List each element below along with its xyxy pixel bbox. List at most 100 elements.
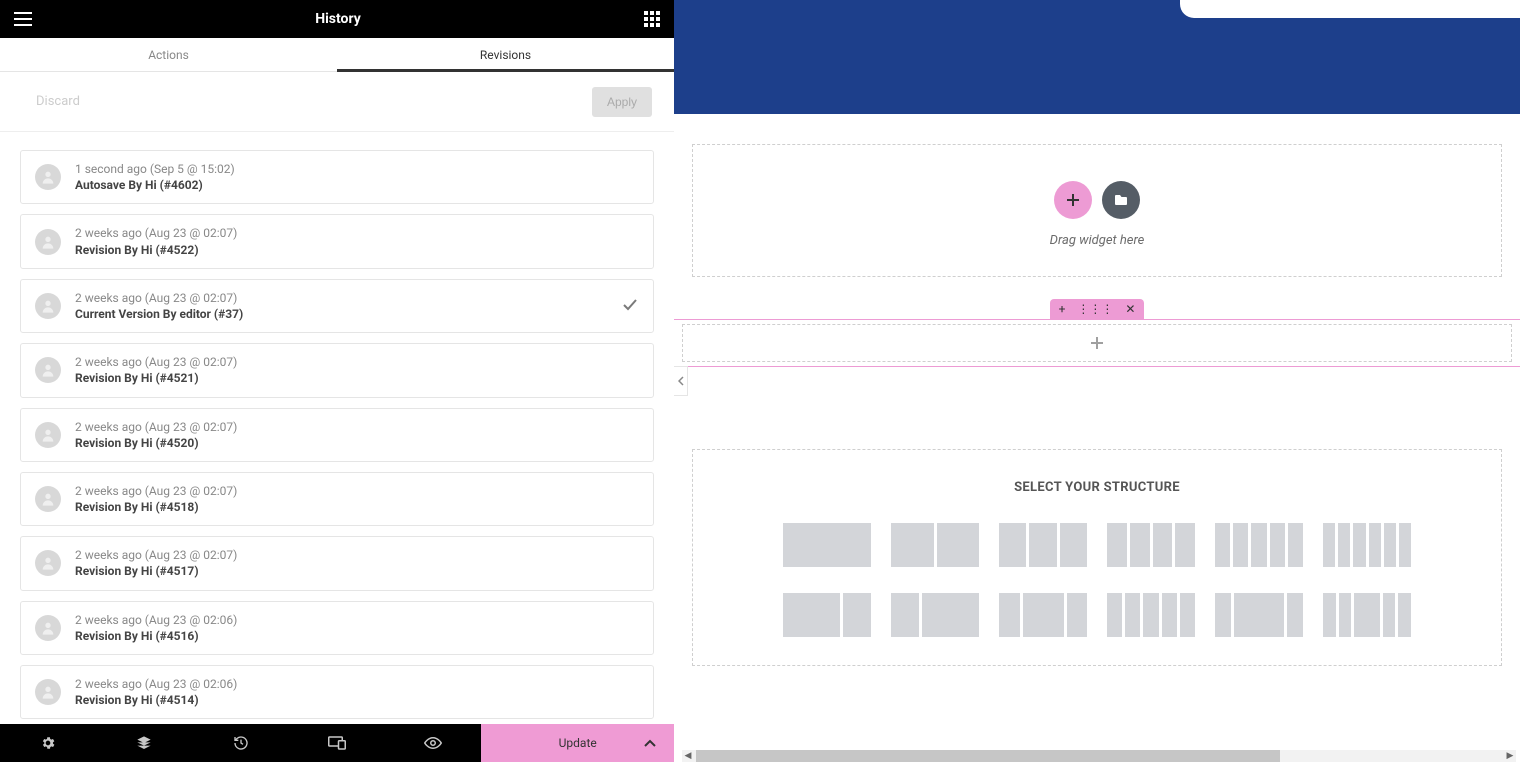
revision-desc: Revision By Hi (#4517) xyxy=(75,563,237,579)
structure-column xyxy=(843,593,871,637)
widgets-icon[interactable] xyxy=(644,11,660,27)
structure-column xyxy=(1251,523,1266,567)
add-section-button[interactable] xyxy=(1054,181,1092,219)
structure-option[interactable] xyxy=(999,523,1087,567)
avatar xyxy=(35,164,61,190)
revision-item[interactable]: 2 weeks ago (Aug 23 @ 02:07)Revision By … xyxy=(20,536,654,590)
tab-label: Actions xyxy=(148,48,189,62)
structure-option[interactable] xyxy=(1107,523,1195,567)
structure-column xyxy=(1354,593,1379,637)
revision-item[interactable]: 2 weeks ago (Aug 23 @ 02:07)Revision By … xyxy=(20,343,654,397)
structure-column xyxy=(1107,523,1127,567)
revision-desc: Revision By Hi (#4514) xyxy=(75,692,237,708)
tab-label: Revisions xyxy=(480,48,531,62)
structure-column xyxy=(1067,593,1088,637)
structure-column xyxy=(1215,523,1230,567)
structure-column xyxy=(1180,593,1195,637)
revision-desc: Revision By Hi (#4522) xyxy=(75,242,237,258)
responsive-icon[interactable] xyxy=(289,724,385,762)
revision-item[interactable]: 1 second ago (Sep 5 @ 15:02)Autosave By … xyxy=(20,150,654,204)
structure-column xyxy=(1153,523,1173,567)
section-handle[interactable]: + ⋮⋮⋮ ✕ xyxy=(1050,299,1144,319)
structure-option[interactable] xyxy=(891,593,979,637)
revision-time: 2 weeks ago (Aug 23 @ 02:07) xyxy=(75,225,237,241)
structure-option[interactable] xyxy=(783,593,871,637)
revision-item[interactable]: 2 weeks ago (Aug 23 @ 02:07)Revision By … xyxy=(20,214,654,268)
structure-column xyxy=(999,593,1020,637)
structure-option[interactable] xyxy=(891,523,979,567)
structure-option[interactable] xyxy=(783,523,871,567)
settings-icon[interactable] xyxy=(0,724,96,762)
revision-item[interactable]: 2 weeks ago (Aug 23 @ 02:06)Revision By … xyxy=(20,665,654,719)
navigator-icon[interactable] xyxy=(96,724,192,762)
apply-button[interactable]: Apply xyxy=(592,87,652,117)
scrollbar-thumb[interactable] xyxy=(696,750,1280,762)
discard-button[interactable]: Discard xyxy=(36,94,80,109)
structure-option[interactable] xyxy=(1107,593,1195,637)
section-handle-bar: + ⋮⋮⋮ ✕ xyxy=(674,299,1520,319)
avatar xyxy=(35,293,61,319)
structure-column xyxy=(1060,523,1087,567)
structure-column xyxy=(1215,593,1231,637)
revision-time: 2 weeks ago (Aug 23 @ 02:07) xyxy=(75,354,237,370)
structure-column xyxy=(1287,593,1303,637)
avatar xyxy=(35,486,61,512)
empty-section[interactable] xyxy=(674,319,1520,367)
scroll-right-icon[interactable]: ▶ xyxy=(1504,751,1516,761)
menu-icon[interactable] xyxy=(14,12,32,26)
tab-actions[interactable]: Actions xyxy=(0,38,337,71)
history-icon[interactable] xyxy=(193,724,289,762)
horizontal-scrollbar[interactable]: ◀ ▶ xyxy=(682,750,1516,762)
structure-column xyxy=(1130,523,1150,567)
drag-widget-label: Drag widget here xyxy=(1050,233,1145,248)
discard-apply-row: Discard Apply xyxy=(0,72,674,132)
add-section-zone[interactable]: Drag widget here xyxy=(692,144,1502,277)
structure-option[interactable] xyxy=(1323,593,1411,637)
add-column-zone[interactable] xyxy=(682,324,1512,362)
structure-column xyxy=(1233,523,1248,567)
structure-option[interactable] xyxy=(999,593,1087,637)
structure-column xyxy=(783,593,840,637)
tab-revisions[interactable]: Revisions xyxy=(337,38,674,71)
structure-column xyxy=(1339,593,1352,637)
structure-option[interactable] xyxy=(1215,593,1303,637)
add-icon[interactable]: + xyxy=(1059,303,1066,315)
scroll-left-icon[interactable]: ◀ xyxy=(682,751,694,761)
revision-item[interactable]: 2 weeks ago (Aug 23 @ 02:07)Revision By … xyxy=(20,408,654,462)
avatar xyxy=(35,615,61,641)
revision-item[interactable]: 2 weeks ago (Aug 23 @ 02:06)Revision By … xyxy=(20,601,654,655)
add-template-button[interactable] xyxy=(1102,181,1140,219)
hero-section[interactable] xyxy=(674,0,1520,114)
structure-row xyxy=(713,593,1481,637)
structure-column xyxy=(1125,593,1140,637)
structure-column xyxy=(783,523,871,567)
revision-time: 1 second ago (Sep 5 @ 15:02) xyxy=(75,161,235,177)
structure-column xyxy=(1398,593,1411,637)
revision-list[interactable]: 1 second ago (Sep 5 @ 15:02)Autosave By … xyxy=(0,132,674,724)
revision-time: 2 weeks ago (Aug 23 @ 02:06) xyxy=(75,612,237,628)
revision-desc: Autosave By Hi (#4602) xyxy=(75,177,235,193)
avatar xyxy=(35,422,61,448)
chevron-up-icon[interactable] xyxy=(644,736,656,750)
structure-picker: SELECT YOUR STRUCTURE xyxy=(692,449,1502,666)
revision-time: 2 weeks ago (Aug 23 @ 02:07) xyxy=(75,290,243,306)
panel-title: History xyxy=(315,11,361,27)
structure-option[interactable] xyxy=(1215,523,1303,567)
structure-column xyxy=(1023,593,1064,637)
revision-item[interactable]: 2 weeks ago (Aug 23 @ 02:07)Revision By … xyxy=(20,472,654,526)
revision-time: 2 weeks ago (Aug 23 @ 02:07) xyxy=(75,547,237,563)
editor-canvas: Drag widget here + ⋮⋮⋮ ✕ SELECT YOUR STR… xyxy=(674,0,1520,762)
structure-option[interactable] xyxy=(1323,523,1411,567)
structure-row xyxy=(713,523,1481,567)
structure-column xyxy=(937,523,980,567)
structure-column xyxy=(1369,523,1381,567)
close-icon[interactable]: ✕ xyxy=(1125,303,1135,315)
structure-column xyxy=(1143,593,1158,637)
revision-item[interactable]: 2 weeks ago (Aug 23 @ 02:07)Current Vers… xyxy=(20,279,654,333)
preview-icon[interactable] xyxy=(385,724,481,762)
update-button[interactable]: Update xyxy=(481,724,674,762)
revision-desc: Revision By Hi (#4520) xyxy=(75,435,237,451)
panel-collapse-toggle[interactable] xyxy=(674,366,688,396)
revision-desc: Revision By Hi (#4516) xyxy=(75,628,237,644)
drag-icon[interactable]: ⋮⋮⋮ xyxy=(1077,303,1113,315)
